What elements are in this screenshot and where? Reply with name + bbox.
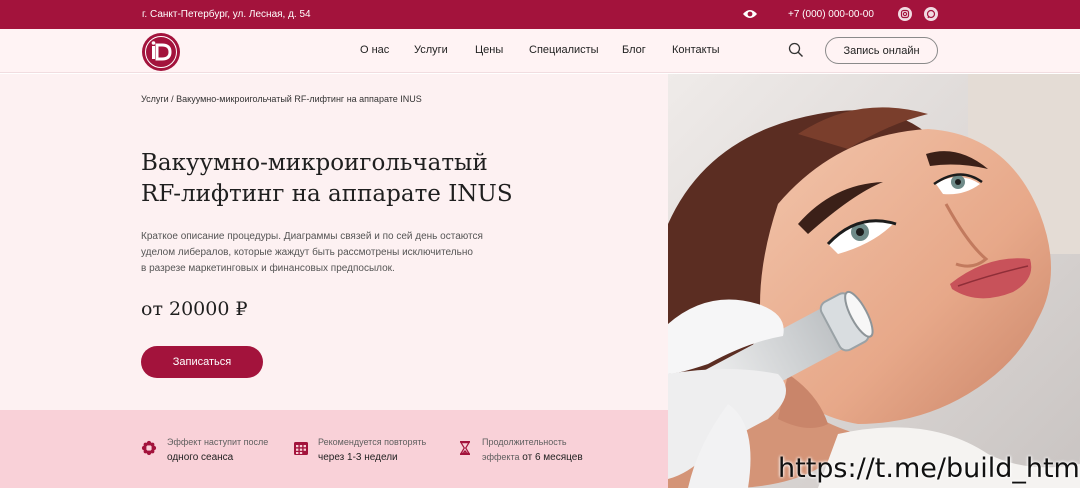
feature-duration-value: эффекта от 6 месяцев [482,450,583,465]
feature-repeat: Рекомендуется повторять через 1-3 недели [318,435,426,465]
feature-duration-label: Продолжительность [482,437,567,447]
phone-link[interactable]: +7 (000) 000-00-00 [788,9,874,20]
book-online-button[interactable]: Запись онлайн [825,37,938,64]
page-title-line-2: RF-лифтинг на аппарате INUS [141,181,513,207]
nav-services[interactable]: Услуги [414,44,448,56]
nav-blog[interactable]: Блог [622,44,646,56]
woman-face-illustration [668,74,1080,488]
feature-effect-value: одного сеанса [167,452,234,463]
description-line-3: в разрезе маркетинговых и финансовых пре… [141,263,395,274]
nav-contacts[interactable]: Контакты [672,44,720,56]
feature-repeat-label: Рекомендуется повторять [318,437,427,447]
eye-icon[interactable] [742,8,758,20]
feature-repeat-value: через 1-3 недели [318,452,398,463]
price-text: от 20000 ₽ [141,298,248,320]
nav-specialists[interactable]: Специалисты [529,44,599,56]
flower-icon [141,440,157,456]
calendar-icon [294,442,308,455]
description-line-2: уделом либералов, которые жаждут быть ра… [141,247,473,258]
nav-about[interactable]: О нас [360,44,389,56]
nav-prices[interactable]: Цены [475,44,503,56]
page-title-line-1: Вакуумно-микроигольчатый [141,150,488,176]
feature-effect-label: Эффект наступит после [167,437,269,447]
site-header: О нас Услуги Цены Специалисты Блог Конта… [0,29,1080,73]
procedure-description: Краткое описание процедуры. Диаграммы св… [141,229,521,277]
hero-photo [668,74,1080,488]
address-text: г. Санкт-Петербург, ул. Лесная, д. 54 [142,9,311,20]
bottom-strip [0,488,1080,494]
page-title: Вакуумно-микроигольчатый RF-лифтинг на а… [141,148,591,210]
search-icon[interactable] [788,42,804,58]
feature-effect: Эффект наступит после одного сеанса [167,435,268,465]
hourglass-icon [459,441,471,455]
feature-duration-amount: от 6 месяцев [522,452,583,463]
description-line-1: Краткое описание процедуры. Диаграммы св… [141,231,483,242]
top-bar: г. Санкт-Петербург, ул. Лесная, д. 54 +7… [0,0,1080,29]
breadcrumb[interactable]: Услуги / Вакуумно-микроигольчатый RF-лиф… [141,94,422,104]
instagram-icon[interactable] [898,7,912,21]
book-button[interactable]: Записаться [141,346,263,378]
feature-duration: Продолжительность эффекта от 6 месяцев [482,435,583,465]
watermark-text: https://t.me/build_html [778,453,1080,484]
feature-duration-prefix: эффекта [482,452,520,462]
whatsapp-icon[interactable] [924,7,938,21]
clinic-logo[interactable] [141,32,181,72]
